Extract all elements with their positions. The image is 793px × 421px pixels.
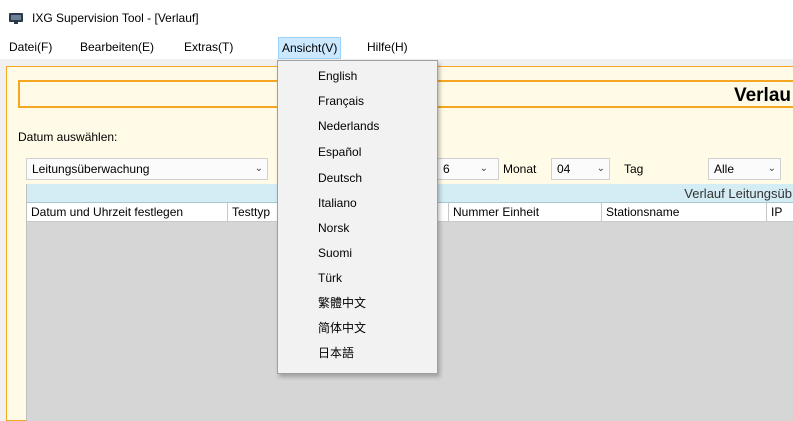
language-espanol[interactable]: Español	[318, 144, 361, 160]
chevron-down-icon: ⌄	[596, 163, 605, 174]
language-simplified-chinese[interactable]: 简体中文	[318, 320, 366, 336]
language-nederlands[interactable]: Nederlands	[318, 118, 379, 134]
month-value: 04	[557, 162, 571, 176]
app-icon	[9, 11, 25, 24]
chevron-down-icon: ⌄	[254, 163, 263, 174]
column-header-ip[interactable]: IP	[767, 203, 793, 222]
day-label: Tag	[624, 162, 644, 176]
language-norsk[interactable]: Norsk	[318, 220, 349, 236]
menu-hilfe[interactable]: Hilfe(H)	[364, 38, 411, 57]
chevron-down-icon: ⌄	[767, 163, 776, 174]
date-select-label: Datum auswählen:	[18, 130, 118, 144]
view-menu-dropdown: English Français Nederlands Español Deut…	[277, 60, 438, 374]
column-header-unit-number[interactable]: Nummer Einheit	[449, 203, 602, 222]
menu-bearbeiten[interactable]: Bearbeiten(E)	[77, 38, 157, 57]
table-caption-text: Verlauf Leitungsüb	[684, 186, 792, 201]
year-value: 6	[443, 162, 450, 176]
day-value: Alle	[714, 162, 735, 176]
menu-ansicht[interactable]: Ansicht(V)	[278, 37, 342, 59]
window-title: IXG Supervision Tool - [Verlauf]	[32, 11, 199, 25]
menu-icon-gutter	[278, 61, 306, 373]
language-japanese[interactable]: 日本語	[318, 345, 354, 361]
language-suomi[interactable]: Suomi	[318, 245, 352, 261]
menu-bar: Datei(F) Bearbeiten(E) Extras(T) Ansicht…	[0, 34, 793, 60]
page-title: Verlau	[733, 85, 791, 106]
language-english[interactable]: English	[318, 68, 357, 84]
history-type-select[interactable]: Leitungsüberwachung ⌄	[26, 158, 268, 180]
language-francais[interactable]: Français	[318, 93, 364, 109]
title-bar: IXG Supervision Tool - [Verlauf]	[0, 0, 793, 34]
month-label: Monat	[503, 162, 537, 176]
language-traditional-chinese[interactable]: 繁體中文	[318, 295, 366, 311]
language-deutsch[interactable]: Deutsch	[318, 170, 362, 186]
month-select[interactable]: 04 ⌄	[551, 158, 610, 180]
language-italiano[interactable]: Italiano	[318, 195, 357, 211]
history-type-value: Leitungsüberwachung	[32, 162, 150, 176]
chevron-down-icon: ⌄	[479, 163, 488, 174]
language-turk[interactable]: Türk	[318, 270, 342, 286]
menu-extras[interactable]: Extras(T)	[181, 38, 236, 57]
column-header-station-name[interactable]: Stationsname	[602, 203, 767, 222]
menu-datei[interactable]: Datei(F)	[6, 38, 55, 57]
day-select[interactable]: Alle ⌄	[708, 158, 781, 180]
column-header-datetime[interactable]: Datum und Uhrzeit festlegen	[27, 203, 228, 222]
